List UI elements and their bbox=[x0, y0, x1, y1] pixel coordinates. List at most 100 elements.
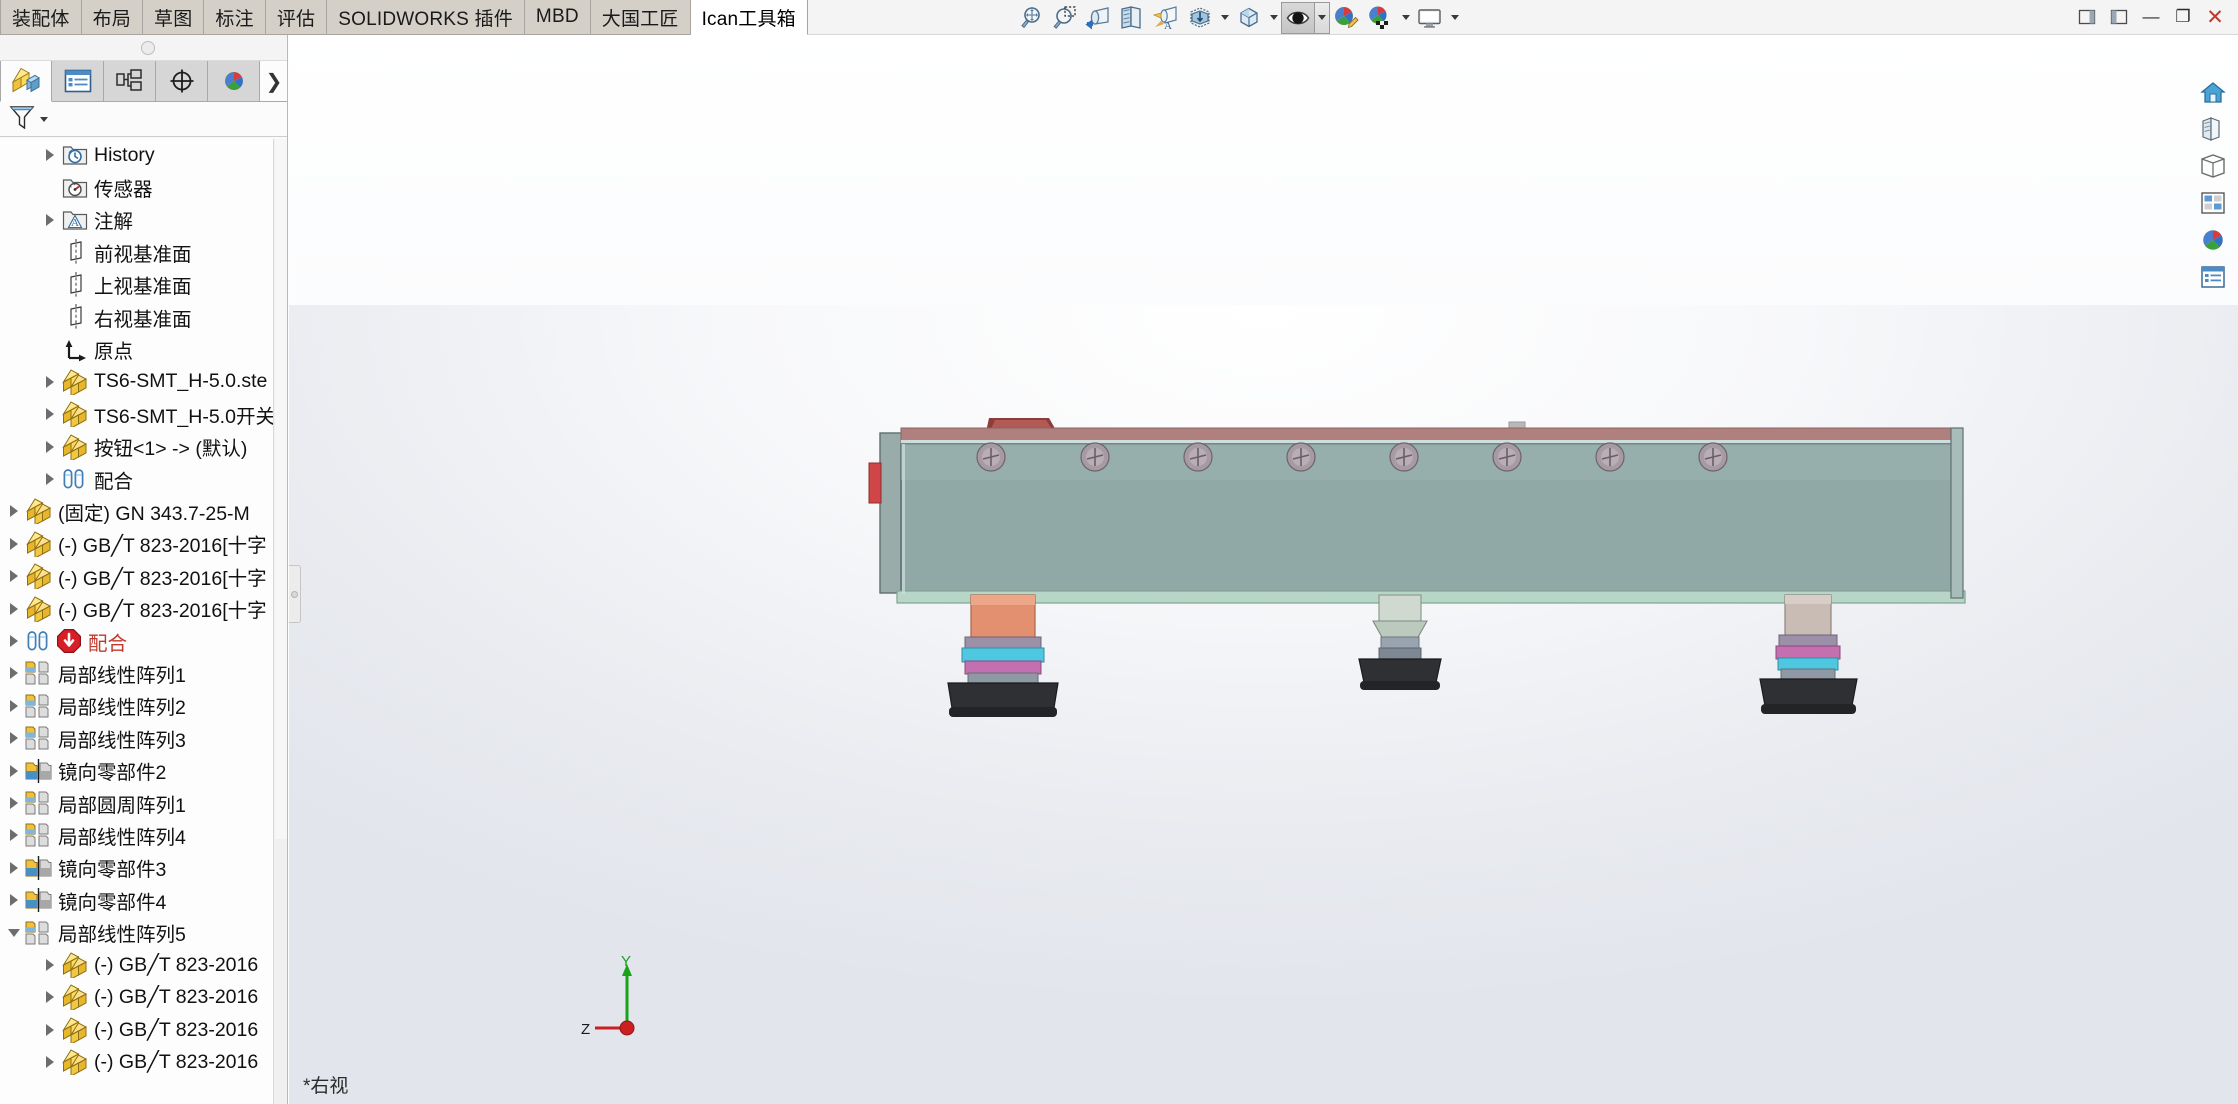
hide-show-items-button[interactable] bbox=[1281, 1, 1315, 34]
view-orientation-button[interactable]: A bbox=[1149, 2, 1183, 34]
tree-item[interactable]: 局部线性阵列2 bbox=[0, 690, 287, 722]
tree-item[interactable]: (固定) GN 343.7-25-M bbox=[0, 495, 287, 527]
tree-item[interactable]: History bbox=[0, 139, 287, 171]
tree-expand-arrow[interactable] bbox=[40, 204, 60, 236]
ribbon-tab-evaluate[interactable]: 评估 bbox=[265, 0, 328, 35]
feature-tree[interactable]: History 传感器 A 注解 前视基准面 上视基准面 右视基准面 原点 TS6-SMT_H-… bbox=[0, 139, 287, 1104]
view-settings-dropdown[interactable] bbox=[1447, 2, 1462, 34]
tree-item[interactable]: TS6-SMT_H-5.0.ste bbox=[0, 366, 287, 398]
dimxpert-manager-tab[interactable] bbox=[156, 61, 208, 102]
view-settings-button[interactable] bbox=[1413, 2, 1447, 34]
ribbon-tab-layout[interactable]: 布局 bbox=[81, 0, 144, 35]
tree-expand-arrow[interactable] bbox=[40, 1014, 60, 1046]
tree-expand-arrow[interactable] bbox=[4, 560, 24, 592]
tree-item[interactable]: 配合 bbox=[0, 463, 287, 495]
tree-item[interactable]: A 注解 bbox=[0, 204, 287, 236]
tree-expand-arrow[interactable] bbox=[4, 884, 24, 916]
tree-item[interactable]: 局部线性阵列5 bbox=[0, 916, 287, 948]
display-manager-tab[interactable] bbox=[208, 61, 260, 102]
tree-item[interactable]: 原点 bbox=[0, 333, 287, 365]
pin-panel-button[interactable] bbox=[2104, 2, 2134, 32]
viewport-collapse-handle[interactable] bbox=[289, 565, 301, 623]
ribbon-tab-sketch[interactable]: 草图 bbox=[143, 0, 205, 35]
tree-expand-arrow[interactable] bbox=[40, 463, 60, 495]
tree-item[interactable]: (-) GB╱T 823-2016 bbox=[0, 981, 287, 1013]
ribbon-tab-markup[interactable]: 标注 bbox=[204, 0, 266, 35]
previous-view-button[interactable] bbox=[1081, 2, 1115, 34]
maximize-button[interactable]: ❐ bbox=[2168, 2, 2198, 32]
graphics-viewport[interactable]: Y Z *右视 bbox=[289, 35, 2238, 1104]
view-appearance-side-button[interactable] bbox=[2194, 223, 2232, 257]
apply-scene-dropdown[interactable] bbox=[1398, 2, 1413, 34]
tree-item[interactable]: (-) GB╱T 823-2016[十字 bbox=[0, 592, 287, 624]
minimize-button[interactable]: — bbox=[2136, 2, 2166, 32]
tree-item[interactable]: 右视基准面 bbox=[0, 301, 287, 333]
filter-dropdown-arrow[interactable] bbox=[40, 116, 48, 122]
ribbon-tab-sw-addins[interactable]: SOLIDWORKS 插件 bbox=[327, 0, 525, 35]
tree-collapse-arrow[interactable] bbox=[4, 917, 24, 949]
ribbon-tab-assembly[interactable]: 装配体 bbox=[0, 0, 82, 35]
hide-show-items-dropdown[interactable] bbox=[1315, 1, 1330, 34]
tree-expand-arrow[interactable] bbox=[40, 949, 60, 981]
tree-item[interactable]: (-) GB╱T 823-2016 bbox=[0, 1014, 287, 1046]
tree-expand-arrow[interactable] bbox=[40, 398, 60, 430]
display-state-button[interactable] bbox=[1232, 2, 1266, 34]
filter-icon[interactable] bbox=[8, 103, 36, 136]
tree-item[interactable]: (-) GB╱T 823-2016 bbox=[0, 1046, 287, 1078]
tree-expand-arrow[interactable] bbox=[4, 495, 24, 527]
tree-expand-arrow[interactable] bbox=[4, 852, 24, 884]
zoom-to-area-button[interactable] bbox=[1047, 2, 1081, 34]
tree-item[interactable]: 配合 bbox=[0, 625, 287, 657]
tree-item[interactable]: 前视基准面 bbox=[0, 236, 287, 268]
view-home-button[interactable] bbox=[2194, 75, 2232, 109]
apply-scene-button[interactable] bbox=[1364, 2, 1398, 34]
tree-expand-arrow[interactable] bbox=[4, 593, 24, 625]
display-state-dropdown[interactable] bbox=[1266, 2, 1281, 34]
tree-item[interactable]: 局部线性阵列4 bbox=[0, 819, 287, 851]
feature-tree-scrollbar[interactable] bbox=[273, 139, 287, 1104]
tree-expand-arrow[interactable] bbox=[4, 690, 24, 722]
display-style-dropdown[interactable] bbox=[1217, 2, 1232, 34]
tree-expand-arrow[interactable] bbox=[4, 755, 24, 787]
view-scene-side-button[interactable] bbox=[2194, 260, 2232, 294]
restore-panel-button[interactable] bbox=[2072, 2, 2102, 32]
feature-tree-scroll-thumb[interactable] bbox=[275, 139, 287, 839]
tree-expand-arrow[interactable] bbox=[40, 981, 60, 1013]
property-manager-tab[interactable] bbox=[52, 61, 104, 102]
view-orientation-side-button[interactable] bbox=[2194, 112, 2232, 146]
close-button[interactable]: ✕ bbox=[2200, 2, 2230, 32]
tree-expand-arrow[interactable] bbox=[4, 625, 24, 657]
tree-item[interactable]: (-) GB╱T 823-2016[十字 bbox=[0, 528, 287, 560]
tree-item[interactable]: 按钮<1> -> (默认) bbox=[0, 431, 287, 463]
section-view-button[interactable] bbox=[1115, 2, 1149, 34]
tree-expand-arrow[interactable] bbox=[40, 366, 60, 398]
left-panel-expand-button[interactable]: ❯ bbox=[260, 61, 287, 102]
tree-item[interactable]: (-) GB╱T 823-2016 bbox=[0, 949, 287, 981]
display-style-button[interactable] bbox=[1183, 2, 1217, 34]
tree-item[interactable]: 传感器 bbox=[0, 171, 287, 203]
view-display-side-button[interactable] bbox=[2194, 149, 2232, 183]
tree-item[interactable]: 局部线性阵列3 bbox=[0, 722, 287, 754]
tree-expand-arrow[interactable] bbox=[4, 657, 24, 689]
tree-item[interactable]: 镜向零部件4 bbox=[0, 884, 287, 916]
edit-appearance-button[interactable] bbox=[1330, 2, 1364, 34]
tree-item[interactable]: (-) GB╱T 823-2016[十字 bbox=[0, 560, 287, 592]
tree-item[interactable]: 局部圆周阵列1 bbox=[0, 787, 287, 819]
ribbon-tab-mbd[interactable]: MBD bbox=[524, 0, 591, 35]
zoom-to-fit-button[interactable] bbox=[1013, 2, 1047, 34]
tree-expand-arrow[interactable] bbox=[4, 528, 24, 560]
view-section-side-button[interactable] bbox=[2194, 186, 2232, 220]
tree-expand-arrow[interactable] bbox=[40, 1046, 60, 1078]
tree-item[interactable]: 镜向零部件2 bbox=[0, 754, 287, 786]
tree-expand-arrow[interactable] bbox=[4, 787, 24, 819]
panel-grip-handle[interactable] bbox=[141, 41, 155, 55]
tree-item[interactable]: TS6-SMT_H-5.0开关 bbox=[0, 398, 287, 430]
tree-item[interactable]: 上视基准面 bbox=[0, 269, 287, 301]
tree-item[interactable]: 局部线性阵列1 bbox=[0, 657, 287, 689]
ribbon-tab-ican-toolbox[interactable]: Ican工具箱 bbox=[690, 0, 808, 35]
tree-expand-arrow[interactable] bbox=[40, 139, 60, 171]
tree-expand-arrow[interactable] bbox=[4, 819, 24, 851]
ribbon-tab-daguo[interactable]: 大国工匠 bbox=[590, 0, 691, 35]
tree-expand-arrow[interactable] bbox=[4, 722, 24, 754]
tree-expand-arrow[interactable] bbox=[40, 431, 60, 463]
